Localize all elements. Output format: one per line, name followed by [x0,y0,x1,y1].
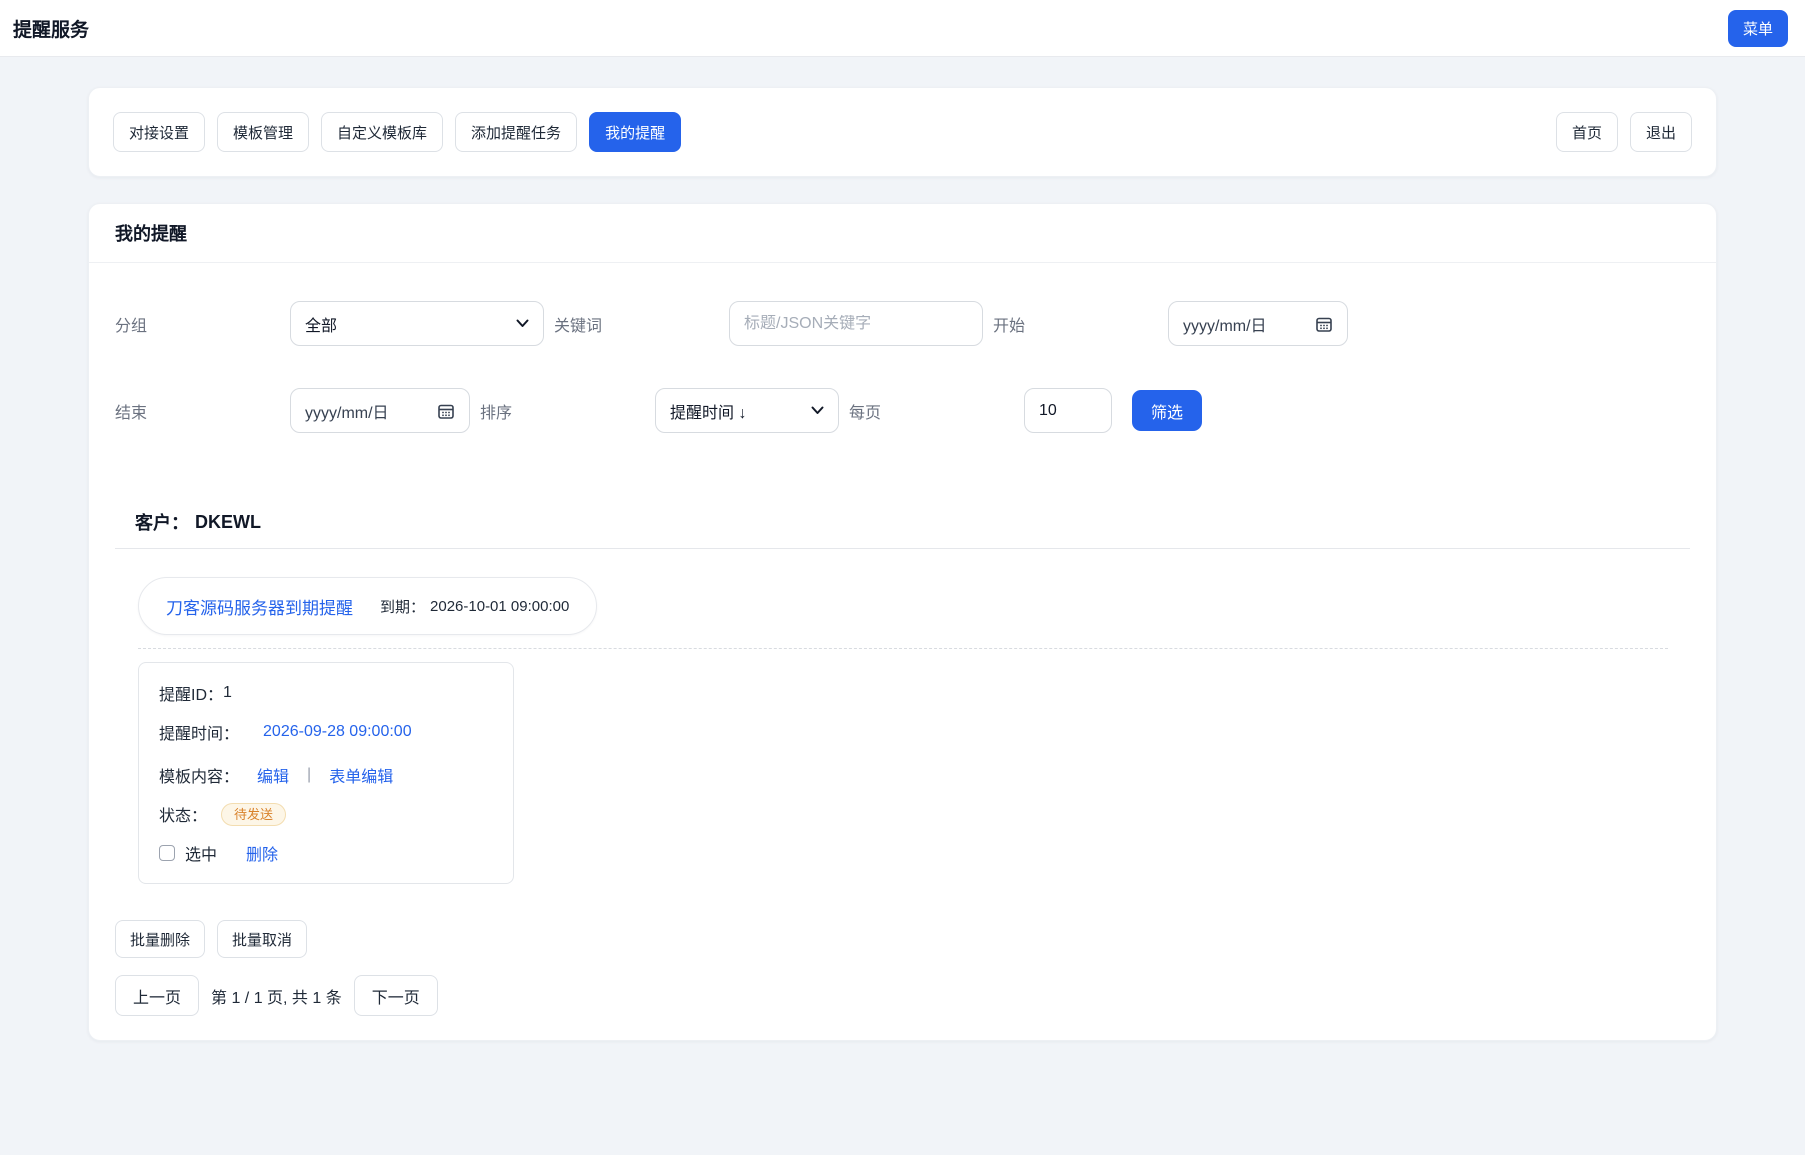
dashed-divider [138,648,1668,649]
reminder-summary-pill: 刀客源码服务器到期提醒 到期： 2026-10-01 09:00:00 [138,577,597,635]
end-label: 结束 [115,399,290,423]
select-label: 选中 [185,841,217,865]
reminder-id-label: 提醒ID： [159,681,223,705]
app-title: 提醒服务 [13,15,89,42]
customer-heading: 客户： DKEWL [135,509,1690,535]
nav-card: 对接设置 模板管理 自定义模板库 添加提醒任务 我的提醒 首页 退出 [88,87,1717,177]
reminder-time-link[interactable]: 2026-09-28 09:00:00 [263,723,412,741]
home-button[interactable]: 首页 [1556,112,1618,152]
end-date-value: yyyy/mm/日 [305,399,389,423]
template-content-label: 模板内容： [159,763,239,787]
reminder-id-row: 提醒ID： 1 [159,681,493,705]
tab-my-reminders[interactable]: 我的提醒 [589,112,681,152]
status-badge: 待发送 [221,803,286,826]
filter-keyword-field: 关键词 [554,301,983,346]
link-separator: | [307,766,311,784]
calendar-icon[interactable] [1315,315,1333,333]
group-select-value: 全部 [305,312,337,336]
reminder-id-value: 1 [223,684,232,702]
batch-cancel-button[interactable]: 批量取消 [217,920,307,958]
keyword-input[interactable] [744,315,968,333]
keyword-input-wrap [729,301,983,346]
delete-link[interactable]: 删除 [246,841,278,865]
nav-actions: 首页 退出 [1556,112,1692,152]
status-label: 状态： [159,802,207,826]
sort-select-value: 提醒时间 ↓ [670,399,746,423]
reminder-due: 到期： 2026-10-01 09:00:00 [380,596,569,617]
next-page-button[interactable]: 下一页 [354,975,438,1016]
customer-name: DKEWL [195,512,261,533]
start-date-value: yyyy/mm/日 [1183,312,1267,336]
menu-button[interactable]: 菜单 [1728,10,1788,47]
per-page-input[interactable] [1039,402,1097,420]
calendar-icon[interactable] [437,402,455,420]
tab-custom-template-library[interactable]: 自定义模板库 [321,112,443,152]
filter-end-field: 结束 yyyy/mm/日 [115,388,470,433]
panel-header: 我的提醒 [89,204,1716,263]
filter-start-field: 开始 yyyy/mm/日 [993,301,1348,346]
select-row: 选中 删除 [159,841,493,865]
prev-page-button[interactable]: 上一页 [115,975,199,1016]
start-label: 开始 [993,312,1168,336]
form-edit-link[interactable]: 表单编辑 [329,763,393,787]
chevron-down-icon [811,406,824,415]
filter-sort-field: 排序 提醒时间 ↓ [480,388,839,433]
select-checkbox[interactable] [159,845,175,861]
filter-group-field: 分组 全部 [115,301,544,346]
customer-divider [115,548,1690,549]
end-date-input[interactable]: yyyy/mm/日 [290,388,470,433]
panel-title: 我的提醒 [115,220,1690,246]
logout-button[interactable]: 退出 [1630,112,1692,152]
customer-label: 客户： [135,509,189,535]
filter-row-2: 结束 yyyy/mm/日 排序 提醒时间 ↓ [115,388,1690,433]
top-bar: 提醒服务 菜单 [0,0,1805,57]
filter-per-page-field: 每页 [849,388,1112,433]
group-label: 分组 [115,312,290,336]
edit-link[interactable]: 编辑 [257,763,289,787]
reminder-card: 提醒ID： 1 提醒时间： 2026-09-28 09:00:00 模板内容： … [138,662,514,884]
page-info: 第 1 / 1 页, 共 1 条 [211,984,342,1008]
pagination: 上一页 第 1 / 1 页, 共 1 条 下一页 [115,975,1690,1016]
batch-actions: 批量删除 批量取消 [115,920,1690,958]
keyword-label: 关键词 [554,312,729,336]
filter-row-1: 分组 全部 关键词 开始 [115,301,1690,346]
start-date-input[interactable]: yyyy/mm/日 [1168,301,1348,346]
due-label: 到期： [380,596,425,617]
reminder-time-label: 提醒时间： [159,720,239,744]
filter-form: 分组 全部 关键词 开始 [115,301,1690,433]
chevron-down-icon [516,319,529,328]
per-page-input-wrap [1024,388,1112,433]
batch-delete-button[interactable]: 批量删除 [115,920,205,958]
filter-button[interactable]: 筛选 [1132,390,1202,431]
per-page-label: 每页 [849,399,1024,423]
tab-add-reminder-task[interactable]: 添加提醒任务 [455,112,577,152]
group-select[interactable]: 全部 [290,301,544,346]
reminder-time-row: 提醒时间： 2026-09-28 09:00:00 [159,720,493,744]
tab-template-management[interactable]: 模板管理 [217,112,309,152]
sort-select[interactable]: 提醒时间 ↓ [655,388,839,433]
tab-connect-settings[interactable]: 对接设置 [113,112,205,152]
my-reminders-panel: 我的提醒 分组 全部 关键词 [88,203,1717,1041]
nav-tabs: 对接设置 模板管理 自定义模板库 添加提醒任务 我的提醒 [113,112,681,152]
status-row: 状态： 待发送 [159,802,493,826]
due-time: 2026-10-01 09:00:00 [430,598,569,615]
customer-section: 客户： DKEWL 刀客源码服务器到期提醒 到期： 2026-10-01 09:… [115,509,1690,884]
template-content-row: 模板内容： 编辑 | 表单编辑 [159,763,493,787]
sort-label: 排序 [480,399,655,423]
reminder-title-link[interactable]: 刀客源码服务器到期提醒 [166,594,353,619]
